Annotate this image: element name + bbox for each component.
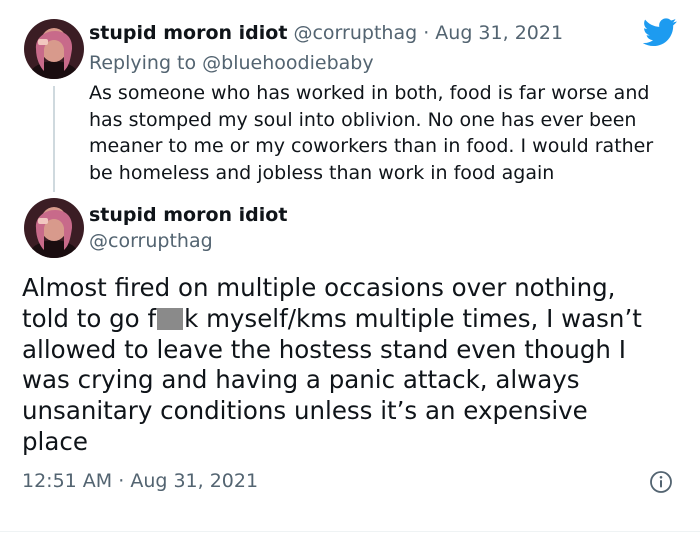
tweet-date[interactable]: Aug 31, 2021 (435, 22, 563, 44)
tweet-text-line: allowed to leave the hostess stand even … (22, 334, 626, 364)
replying-prefix: Replying to (89, 52, 197, 74)
handle[interactable]: @corrupthag (89, 228, 213, 254)
separator: · (118, 470, 125, 492)
avatar[interactable] (24, 198, 84, 258)
replying-to-handle[interactable]: @bluehoodiebaby (202, 52, 373, 74)
tweet-text-line: be homeless and jobless than work in foo… (89, 161, 555, 184)
tweet1-header: stupid moron idiot @corrupthag · Aug 31,… (89, 20, 563, 46)
tweet2-body: Almost fired on multiple occasions over … (22, 273, 682, 458)
tweet-text-fragment: k myself/kms multiple times, I wasn’t (184, 303, 642, 333)
tweet-text-line: unsanitary conditions unless it’s an exp… (22, 396, 588, 426)
tweet-text-line: told to go f k myself/kms multiple times,… (22, 304, 682, 335)
tweet-text-line: meaner to me or my coworkers than in foo… (89, 135, 654, 157)
info-icon[interactable] (649, 470, 673, 494)
tweet-text-fragment: told to go f (22, 303, 157, 333)
tweet-text-line: Almost fired on multiple occasions over … (22, 273, 616, 302)
twitter-bird-icon[interactable] (643, 15, 677, 49)
tweet-text-line: place (22, 426, 88, 456)
replying-to: Replying to @bluehoodiebaby (89, 50, 374, 76)
tweet-text-line: was crying and having a panic attack, al… (22, 365, 580, 395)
tweet-text-line: has stomped my soul into oblivion. No on… (89, 108, 637, 131)
display-name[interactable]: stupid moron idiot (89, 202, 287, 228)
tweet-text-line: As someone who has worked in both, food … (89, 82, 650, 104)
separator: · (423, 22, 430, 44)
tweet-time: 12:51 AM (22, 470, 113, 492)
thread-connector-line (53, 86, 55, 192)
divider (0, 531, 700, 532)
handle[interactable]: @corrupthag (293, 22, 417, 44)
tweet1-body: As someone who has worked in both, food … (89, 80, 679, 186)
tweet-date: Aug 31, 2021 (130, 470, 259, 492)
avatar[interactable] (24, 19, 84, 79)
censor-block (157, 307, 184, 330)
display-name[interactable]: stupid moron idiot (89, 22, 287, 44)
tweet-timestamp[interactable]: 12:51 AM · Aug 31, 2021 (22, 468, 258, 494)
